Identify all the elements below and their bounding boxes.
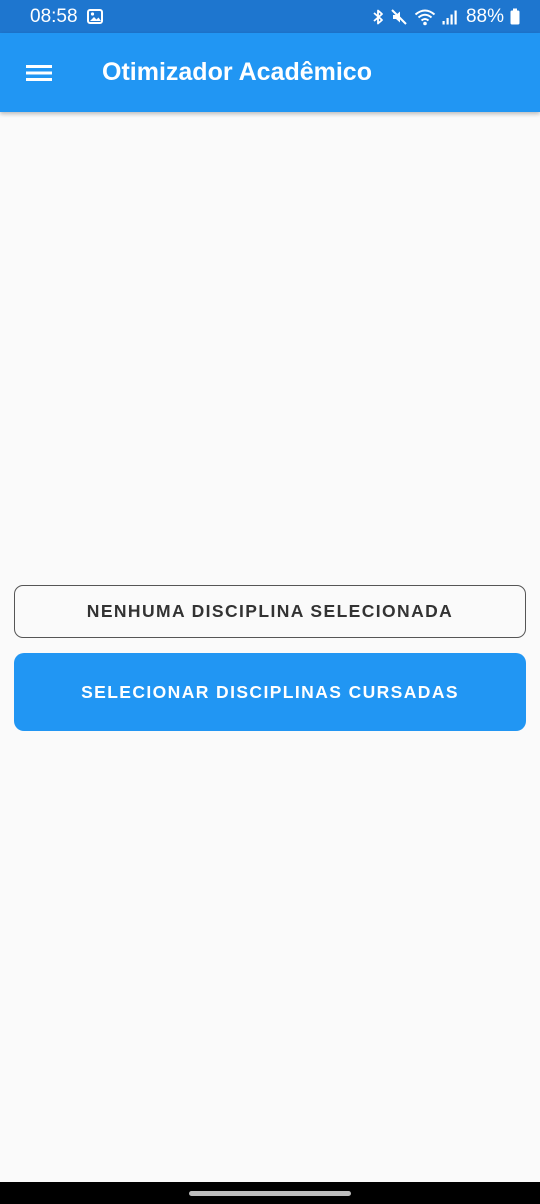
page-title: Otimizador Acadêmico bbox=[102, 58, 372, 86]
status-right: 88% bbox=[372, 6, 520, 28]
select-subjects-button[interactable]: SELECIONAR DISCIPLINAS CURSADAS bbox=[14, 653, 526, 731]
status-time: 08:58 bbox=[30, 5, 78, 27]
mute-icon bbox=[390, 8, 408, 26]
status-bar: 08:58 88% bbox=[0, 0, 540, 33]
signal-icon bbox=[442, 9, 458, 25]
status-left: 08:58 bbox=[30, 6, 103, 28]
app-bar: Otimizador Acadêmico bbox=[0, 33, 540, 112]
image-notification-icon bbox=[86, 9, 103, 24]
selected-subjects-button[interactable]: NENHUMA DISCIPLINA SELECIONADA bbox=[14, 585, 526, 638]
selected-subjects-label: NENHUMA DISCIPLINA SELECIONADA bbox=[86, 601, 454, 621]
hamburger-menu-icon[interactable] bbox=[25, 63, 53, 83]
battery-percent: 88% bbox=[465, 5, 504, 27]
home-indicator[interactable] bbox=[189, 1190, 351, 1196]
app-screen: 08:58 88% Otimizador Acadêmico NENHUMA D… bbox=[0, 0, 540, 1204]
wifi-icon bbox=[414, 8, 436, 26]
bluetooth-icon bbox=[372, 8, 384, 26]
battery-icon bbox=[510, 8, 520, 25]
navigation-bar bbox=[0, 1182, 540, 1204]
select-subjects-label: SELECIONAR DISCIPLINAS CURSADAS bbox=[81, 681, 459, 702]
menu-button[interactable] bbox=[0, 33, 78, 112]
